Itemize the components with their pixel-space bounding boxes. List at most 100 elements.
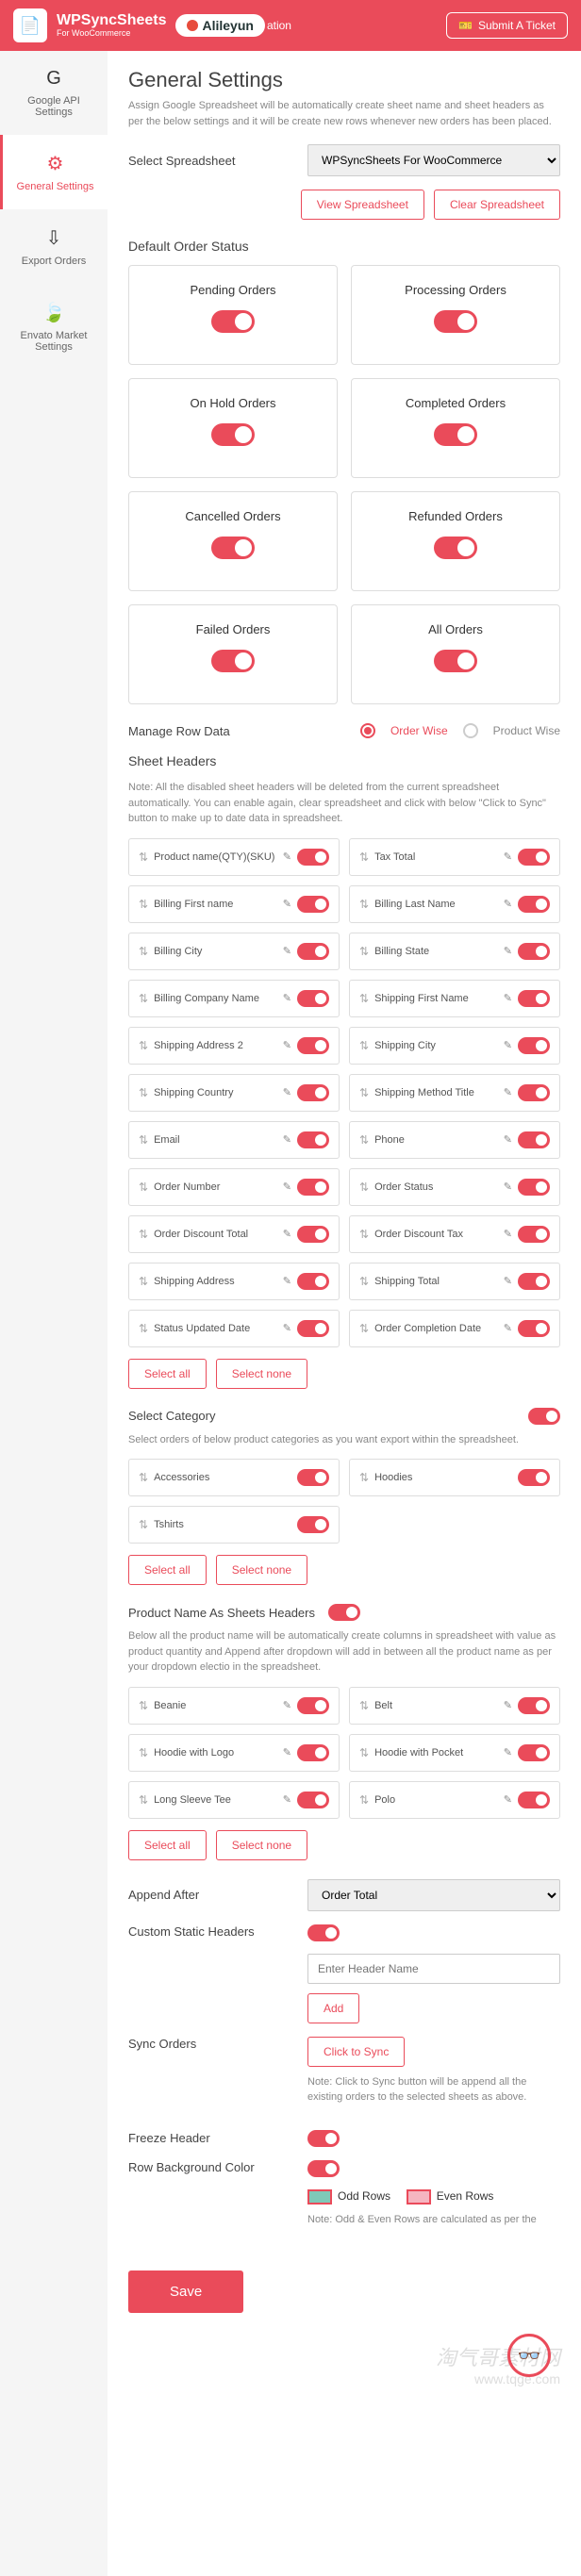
item-toggle[interactable] bbox=[518, 943, 550, 960]
item-toggle[interactable] bbox=[297, 1516, 329, 1533]
edit-icon[interactable]: ✎ bbox=[504, 1228, 512, 1240]
edit-icon[interactable]: ✎ bbox=[283, 1793, 291, 1806]
item-toggle[interactable] bbox=[297, 1131, 329, 1148]
drag-icon[interactable]: ⇅ bbox=[139, 1471, 148, 1484]
item-toggle[interactable] bbox=[518, 1697, 550, 1714]
edit-icon[interactable]: ✎ bbox=[283, 1228, 291, 1240]
drag-icon[interactable]: ⇅ bbox=[359, 1322, 369, 1335]
edit-icon[interactable]: ✎ bbox=[283, 1039, 291, 1051]
product-name-headers-toggle[interactable] bbox=[328, 1604, 360, 1621]
drag-icon[interactable]: ⇅ bbox=[359, 1699, 369, 1712]
edit-icon[interactable]: ✎ bbox=[504, 1699, 512, 1711]
item-toggle[interactable] bbox=[297, 1697, 329, 1714]
status-toggle[interactable] bbox=[211, 537, 255, 559]
drag-icon[interactable]: ⇅ bbox=[139, 945, 148, 958]
item-toggle[interactable] bbox=[297, 1792, 329, 1808]
drag-icon[interactable]: ⇅ bbox=[359, 1275, 369, 1288]
even-rows-swatch[interactable] bbox=[407, 2189, 431, 2204]
item-toggle[interactable] bbox=[297, 1273, 329, 1290]
drag-icon[interactable]: ⇅ bbox=[139, 1039, 148, 1052]
edit-icon[interactable]: ✎ bbox=[283, 898, 291, 910]
headers-select-none[interactable]: Select none bbox=[216, 1359, 307, 1389]
drag-icon[interactable]: ⇅ bbox=[359, 1181, 369, 1194]
custom-headers-toggle[interactable] bbox=[307, 1924, 340, 1941]
headers-select-all[interactable]: Select all bbox=[128, 1359, 207, 1389]
item-toggle[interactable] bbox=[297, 1320, 329, 1337]
edit-icon[interactable]: ✎ bbox=[504, 898, 512, 910]
item-toggle[interactable] bbox=[297, 849, 329, 866]
edit-icon[interactable]: ✎ bbox=[504, 1133, 512, 1146]
drag-icon[interactable]: ⇅ bbox=[359, 945, 369, 958]
edit-icon[interactable]: ✎ bbox=[504, 1746, 512, 1759]
item-toggle[interactable] bbox=[518, 1084, 550, 1101]
drag-icon[interactable]: ⇅ bbox=[139, 1228, 148, 1241]
status-toggle[interactable] bbox=[434, 537, 477, 559]
item-toggle[interactable] bbox=[518, 1469, 550, 1486]
status-toggle[interactable] bbox=[211, 310, 255, 333]
item-toggle[interactable] bbox=[518, 1179, 550, 1196]
item-toggle[interactable] bbox=[297, 1179, 329, 1196]
sidebar-item-envato[interactable]: 🍃 Envato Market Settings bbox=[0, 284, 108, 370]
order-wise-radio[interactable] bbox=[360, 723, 375, 738]
edit-icon[interactable]: ✎ bbox=[504, 1322, 512, 1334]
drag-icon[interactable]: ⇅ bbox=[359, 898, 369, 911]
drag-icon[interactable]: ⇅ bbox=[359, 850, 369, 864]
item-toggle[interactable] bbox=[297, 990, 329, 1007]
edit-icon[interactable]: ✎ bbox=[504, 992, 512, 1004]
edit-icon[interactable]: ✎ bbox=[504, 1086, 512, 1098]
sidebar-item-export-orders[interactable]: ⇩ Export Orders bbox=[0, 209, 108, 284]
save-button[interactable]: Save bbox=[128, 2271, 243, 2313]
cat-select-none[interactable]: Select none bbox=[216, 1555, 307, 1585]
cat-select-all[interactable]: Select all bbox=[128, 1555, 207, 1585]
select-category-toggle[interactable] bbox=[528, 1408, 560, 1425]
drag-icon[interactable]: ⇅ bbox=[139, 850, 148, 864]
item-toggle[interactable] bbox=[518, 1792, 550, 1808]
item-toggle[interactable] bbox=[518, 1131, 550, 1148]
item-toggle[interactable] bbox=[518, 990, 550, 1007]
edit-icon[interactable]: ✎ bbox=[283, 1699, 291, 1711]
item-toggle[interactable] bbox=[297, 1037, 329, 1054]
drag-icon[interactable]: ⇅ bbox=[359, 1793, 369, 1807]
edit-icon[interactable]: ✎ bbox=[283, 1181, 291, 1193]
edit-icon[interactable]: ✎ bbox=[504, 1181, 512, 1193]
drag-icon[interactable]: ⇅ bbox=[139, 1133, 148, 1147]
edit-icon[interactable]: ✎ bbox=[283, 1133, 291, 1146]
product-wise-radio[interactable] bbox=[463, 723, 478, 738]
edit-icon[interactable]: ✎ bbox=[283, 850, 291, 863]
item-toggle[interactable] bbox=[297, 896, 329, 913]
drag-icon[interactable]: ⇅ bbox=[139, 1699, 148, 1712]
freeze-header-toggle[interactable] bbox=[307, 2130, 340, 2147]
view-spreadsheet-button[interactable]: View Spreadsheet bbox=[301, 190, 424, 220]
edit-icon[interactable]: ✎ bbox=[283, 992, 291, 1004]
item-toggle[interactable] bbox=[518, 896, 550, 913]
item-toggle[interactable] bbox=[518, 1226, 550, 1243]
prod-select-none[interactable]: Select none bbox=[216, 1830, 307, 1860]
drag-icon[interactable]: ⇅ bbox=[139, 1793, 148, 1807]
item-toggle[interactable] bbox=[297, 943, 329, 960]
edit-icon[interactable]: ✎ bbox=[504, 1039, 512, 1051]
drag-icon[interactable]: ⇅ bbox=[139, 1746, 148, 1759]
item-toggle[interactable] bbox=[518, 849, 550, 866]
item-toggle[interactable] bbox=[297, 1744, 329, 1761]
sidebar-item-google-api[interactable]: G Google API Settings bbox=[0, 51, 108, 135]
edit-icon[interactable]: ✎ bbox=[504, 1275, 512, 1287]
edit-icon[interactable]: ✎ bbox=[283, 945, 291, 957]
status-toggle[interactable] bbox=[434, 310, 477, 333]
edit-icon[interactable]: ✎ bbox=[504, 850, 512, 863]
prod-select-all[interactable]: Select all bbox=[128, 1830, 207, 1860]
drag-icon[interactable]: ⇅ bbox=[359, 1133, 369, 1147]
odd-rows-swatch[interactable] bbox=[307, 2189, 332, 2204]
item-toggle[interactable] bbox=[518, 1037, 550, 1054]
item-toggle[interactable] bbox=[518, 1273, 550, 1290]
edit-icon[interactable]: ✎ bbox=[283, 1322, 291, 1334]
drag-icon[interactable]: ⇅ bbox=[359, 1746, 369, 1759]
status-toggle[interactable] bbox=[434, 423, 477, 446]
submit-ticket-button[interactable]: 🎫 Submit A Ticket bbox=[446, 12, 568, 39]
drag-icon[interactable]: ⇅ bbox=[359, 992, 369, 1005]
item-toggle[interactable] bbox=[297, 1226, 329, 1243]
drag-icon[interactable]: ⇅ bbox=[139, 992, 148, 1005]
edit-icon[interactable]: ✎ bbox=[283, 1746, 291, 1759]
add-header-button[interactable]: Add bbox=[307, 1993, 359, 2023]
status-toggle[interactable] bbox=[434, 650, 477, 672]
item-toggle[interactable] bbox=[518, 1320, 550, 1337]
